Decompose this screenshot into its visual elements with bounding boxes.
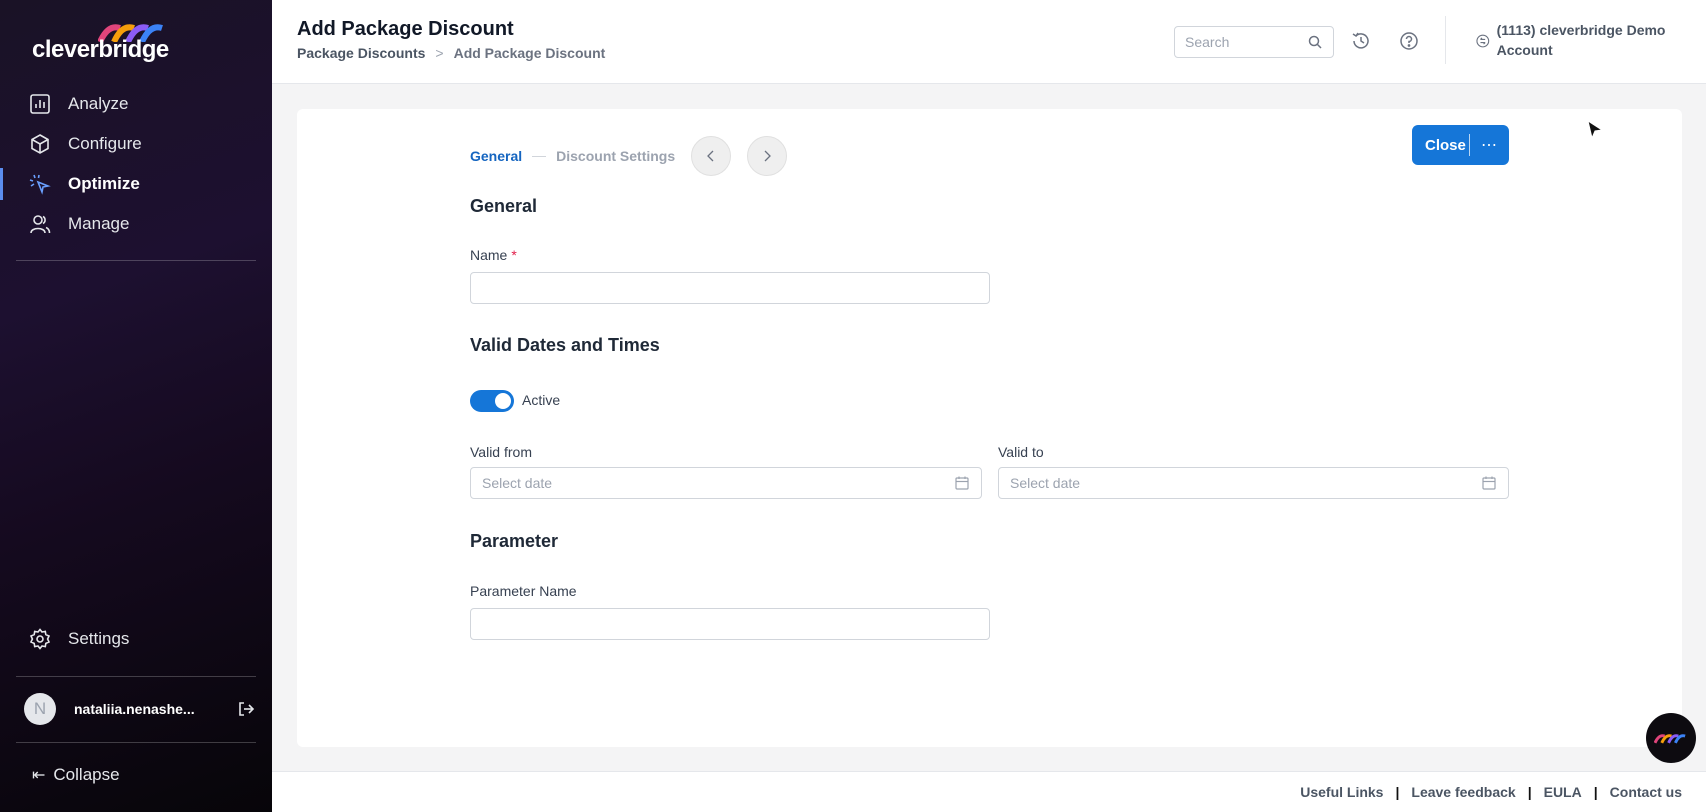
footer-link-useful-links[interactable]: Useful Links: [1300, 784, 1383, 800]
sidebar-item-configure[interactable]: Configure: [0, 124, 272, 164]
footer-link-eula[interactable]: EULA: [1544, 784, 1582, 800]
close-button[interactable]: Close: [1412, 137, 1469, 154]
step-general[interactable]: General: [470, 148, 522, 164]
sidebar-divider: [16, 742, 256, 743]
step-discount-settings[interactable]: Discount Settings: [556, 148, 675, 164]
search-box[interactable]: [1174, 26, 1334, 58]
gear-icon: [28, 627, 52, 651]
help-icon[interactable]: [1398, 30, 1420, 52]
valid-from-placeholder: Select date: [482, 475, 553, 491]
sidebar-divider: [16, 676, 256, 677]
name-label-text: Name: [470, 247, 508, 263]
footer-link-contact-us[interactable]: Contact us: [1610, 784, 1682, 800]
sidebar-item-label: Manage: [68, 214, 130, 233]
sparkle-cursor-icon: [28, 172, 52, 196]
sidebar-nav: Analyze Configure Optimize Manage: [0, 84, 272, 244]
form-card: General Discount Settings Close ⋯ Genera…: [297, 109, 1682, 747]
section-title-valid-dates: Valid Dates and Times: [470, 335, 660, 355]
active-toggle[interactable]: [470, 390, 514, 412]
settings-label: Settings: [68, 629, 130, 648]
search-input[interactable]: [1185, 34, 1295, 50]
user-profile[interactable]: N nataliia.nenashe...: [24, 693, 256, 725]
brand-name: cleverbridge: [32, 36, 169, 63]
cube-icon: [28, 132, 52, 156]
switch-account-icon: [1476, 34, 1490, 48]
account-switcher[interactable]: (1113) cleverbridge Demo Account: [1475, 20, 1675, 60]
sidebar-item-optimize[interactable]: Optimize: [0, 164, 272, 204]
valid-from-label: Valid from: [470, 444, 532, 460]
sidebar-item-manage[interactable]: Manage: [0, 204, 272, 244]
search-icon[interactable]: [1307, 34, 1323, 50]
sidebar-item-label: Optimize: [68, 174, 140, 193]
avatar: N: [24, 693, 56, 725]
sidebar-item-settings[interactable]: Settings: [0, 619, 272, 659]
footer-link-leave-feedback[interactable]: Leave feedback: [1411, 784, 1515, 800]
parameter-name-input[interactable]: [470, 608, 990, 640]
valid-to-picker[interactable]: Select date: [998, 467, 1509, 499]
history-icon[interactable]: [1350, 30, 1372, 52]
header-divider: [1445, 16, 1446, 64]
collapse-button[interactable]: ⇤ Collapse: [32, 765, 120, 785]
chevron-left-icon: [707, 150, 714, 162]
toggle-knob: [495, 393, 511, 409]
name-input[interactable]: [470, 272, 990, 304]
chevron-right-icon: [764, 150, 772, 162]
sidebar-item-label: Analyze: [68, 94, 129, 113]
section-title-parameter: Parameter: [470, 531, 559, 551]
footer-separator: |: [1395, 784, 1400, 800]
page-title: Add Package Discount: [297, 18, 514, 40]
more-options-button[interactable]: ⋯: [1470, 135, 1509, 155]
active-label: Active: [522, 392, 561, 408]
name-label: Name *: [470, 247, 517, 263]
user-name: nataliia.nenashe...: [74, 701, 195, 717]
breadcrumb-link-package-discounts[interactable]: Package Discounts: [297, 45, 425, 61]
prev-step-button[interactable]: [691, 136, 732, 176]
assistant-chat-button[interactable]: [1646, 713, 1696, 763]
footer: Useful Links | Leave feedback | EULA | C…: [272, 771, 1706, 812]
account-label: (1113) cleverbridge Demo Account: [1496, 22, 1666, 58]
calendar-icon: [1482, 476, 1496, 490]
parameter-name-label: Parameter Name: [470, 583, 577, 599]
valid-to-placeholder: Select date: [1010, 475, 1081, 491]
footer-separator: |: [1593, 784, 1598, 800]
breadcrumb-current: Add Package Discount: [453, 45, 606, 61]
breadcrumb: Package Discounts > Add Package Discount: [297, 45, 605, 61]
step-connector: [532, 155, 547, 157]
close-button-group: Close ⋯: [1412, 125, 1509, 165]
sidebar-item-label: Configure: [68, 134, 142, 153]
sidebar-divider: [16, 260, 256, 261]
collapse-label: Collapse: [53, 765, 120, 784]
valid-from-picker[interactable]: Select date: [470, 467, 982, 499]
collapse-icon: ⇤: [32, 767, 46, 784]
sidebar-item-analyze[interactable]: Analyze: [0, 84, 272, 124]
sidebar-settings: Settings: [0, 619, 272, 659]
footer-separator: |: [1527, 784, 1532, 800]
logout-icon[interactable]: [236, 699, 256, 719]
next-step-button[interactable]: [747, 136, 788, 176]
required-marker: *: [511, 247, 517, 263]
valid-to-label: Valid to: [998, 444, 1044, 460]
calendar-icon: [955, 476, 969, 490]
cleverbridge-logo[interactable]: cleverbridge: [32, 22, 172, 64]
users-icon: [28, 212, 52, 236]
sidebar: cleverbridge Analyze Configure Optimize …: [0, 0, 272, 812]
bar-chart-icon: [28, 92, 52, 116]
section-title-general: General: [470, 196, 538, 216]
mouse-pointer-icon: [1587, 119, 1604, 140]
logo-arcs-icon: [1654, 734, 1686, 744]
top-header: Add Package Discount Package Discounts >…: [272, 0, 1706, 84]
breadcrumb-separator: >: [435, 45, 444, 61]
wizard-steps: General Discount Settings: [470, 136, 788, 176]
